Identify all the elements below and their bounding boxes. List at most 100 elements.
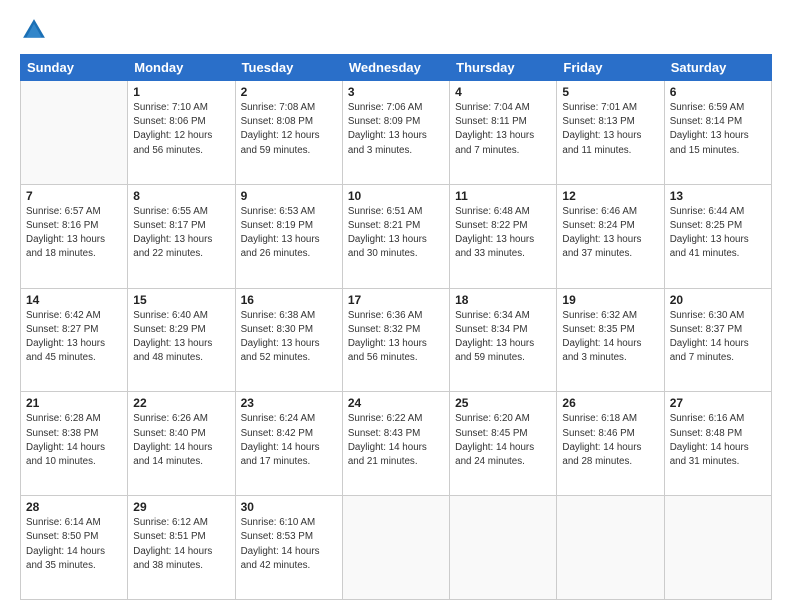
weekday-header-thursday: Thursday	[450, 55, 557, 81]
day-number: 14	[26, 293, 122, 307]
day-info: Sunrise: 6:24 AM Sunset: 8:42 PM Dayligh…	[241, 412, 337, 469]
day-info: Sunrise: 6:10 AM Sunset: 8:53 PM Dayligh…	[241, 516, 337, 573]
calendar-week-1: 7 Sunrise: 6:57 AM Sunset: 8:16 PM Daylig…	[21, 184, 772, 288]
logo-icon	[20, 16, 48, 44]
day-number: 4	[455, 85, 551, 99]
calendar-week-0: 1 Sunrise: 7:10 AM Sunset: 8:06 PM Daylig…	[21, 81, 772, 185]
calendar-cell: 7 Sunrise: 6:57 AM Sunset: 8:16 PM Daylig…	[21, 184, 128, 288]
day-info: Sunrise: 6:53 AM Sunset: 8:19 PM Dayligh…	[241, 205, 337, 262]
day-info: Sunrise: 6:28 AM Sunset: 8:38 PM Dayligh…	[26, 412, 122, 469]
day-number: 13	[670, 189, 766, 203]
calendar-cell: 29Sunrise: 6:12 AM Sunset: 8:51 PM Dayli…	[128, 496, 235, 600]
calendar-cell: 13 Sunrise: 6:44 AM Sunset: 8:25 PM Dayli…	[664, 184, 771, 288]
day-number: 5	[562, 85, 658, 99]
day-info: Sunrise: 6:40 AM Sunset: 8:29 PM Dayligh…	[133, 309, 229, 366]
day-info: Sunrise: 6:14 AM Sunset: 8:50 PM Dayligh…	[26, 516, 122, 573]
day-info: Sunrise: 6:30 AM Sunset: 8:37 PM Dayligh…	[670, 309, 766, 366]
day-info: Sunrise: 6:59 AM Sunset: 8:14 PM Dayligh…	[670, 101, 766, 158]
weekday-header-monday: Monday	[128, 55, 235, 81]
calendar-cell: 15 Sunrise: 6:40 AM Sunset: 8:29 PM Dayli…	[128, 288, 235, 392]
calendar-cell: 22 Sunrise: 6:26 AM Sunset: 8:40 PM Dayli…	[128, 392, 235, 496]
day-number: 16	[241, 293, 337, 307]
calendar-cell: 18 Sunrise: 6:34 AM Sunset: 8:34 PM Dayli…	[450, 288, 557, 392]
day-info: Sunrise: 7:10 AM Sunset: 8:06 PM Dayligh…	[133, 101, 229, 158]
day-number: 12	[562, 189, 658, 203]
calendar-body: 1 Sunrise: 7:10 AM Sunset: 8:06 PM Daylig…	[21, 81, 772, 600]
calendar-cell	[557, 496, 664, 600]
calendar-cell: 8 Sunrise: 6:55 AM Sunset: 8:17 PM Daylig…	[128, 184, 235, 288]
calendar-cell: 21 Sunrise: 6:28 AM Sunset: 8:38 PM Dayli…	[21, 392, 128, 496]
calendar-cell: 25 Sunrise: 6:20 AM Sunset: 8:45 PM Dayli…	[450, 392, 557, 496]
day-info: Sunrise: 6:18 AM Sunset: 8:46 PM Dayligh…	[562, 412, 658, 469]
weekday-header-wednesday: Wednesday	[342, 55, 449, 81]
day-number: 25	[455, 396, 551, 410]
day-number: 6	[670, 85, 766, 99]
calendar-cell: 24Sunrise: 6:22 AM Sunset: 8:43 PM Dayli…	[342, 392, 449, 496]
day-info: Sunrise: 6:44 AM Sunset: 8:25 PM Dayligh…	[670, 205, 766, 262]
day-info: Sunrise: 6:57 AM Sunset: 8:16 PM Dayligh…	[26, 205, 122, 262]
calendar-cell: 30 Sunrise: 6:10 AM Sunset: 8:53 PM Dayli…	[235, 496, 342, 600]
day-info: Sunrise: 6:34 AM Sunset: 8:34 PM Dayligh…	[455, 309, 551, 366]
weekday-header-row: SundayMondayTuesdayWednesdayThursdayFrid…	[21, 55, 772, 81]
day-number: 9	[241, 189, 337, 203]
day-number: 15	[133, 293, 229, 307]
day-number: 22	[133, 396, 229, 410]
day-number: 30	[241, 500, 337, 514]
calendar-week-3: 21 Sunrise: 6:28 AM Sunset: 8:38 PM Dayli…	[21, 392, 772, 496]
calendar-cell: 16 Sunrise: 6:38 AM Sunset: 8:30 PM Dayli…	[235, 288, 342, 392]
day-number: 18	[455, 293, 551, 307]
day-number: 29	[133, 500, 229, 514]
day-number: 2	[241, 85, 337, 99]
calendar-cell: 28 Sunrise: 6:14 AM Sunset: 8:50 PM Dayli…	[21, 496, 128, 600]
calendar-cell: 4 Sunrise: 7:04 AM Sunset: 8:11 PM Daylig…	[450, 81, 557, 185]
page: SundayMondayTuesdayWednesdayThursdayFrid…	[0, 0, 792, 612]
day-info: Sunrise: 6:36 AM Sunset: 8:32 PM Dayligh…	[348, 309, 444, 366]
calendar-cell: 11Sunrise: 6:48 AM Sunset: 8:22 PM Dayli…	[450, 184, 557, 288]
day-info: Sunrise: 6:55 AM Sunset: 8:17 PM Dayligh…	[133, 205, 229, 262]
calendar-cell: 19Sunrise: 6:32 AM Sunset: 8:35 PM Dayli…	[557, 288, 664, 392]
day-info: Sunrise: 7:04 AM Sunset: 8:11 PM Dayligh…	[455, 101, 551, 158]
calendar-cell: 14 Sunrise: 6:42 AM Sunset: 8:27 PM Dayli…	[21, 288, 128, 392]
calendar-cell: 1 Sunrise: 7:10 AM Sunset: 8:06 PM Daylig…	[128, 81, 235, 185]
calendar-cell: 6 Sunrise: 6:59 AM Sunset: 8:14 PM Daylig…	[664, 81, 771, 185]
day-number: 27	[670, 396, 766, 410]
day-info: Sunrise: 6:51 AM Sunset: 8:21 PM Dayligh…	[348, 205, 444, 262]
calendar-header: SundayMondayTuesdayWednesdayThursdayFrid…	[21, 55, 772, 81]
day-number: 8	[133, 189, 229, 203]
day-info: Sunrise: 6:38 AM Sunset: 8:30 PM Dayligh…	[241, 309, 337, 366]
day-number: 21	[26, 396, 122, 410]
header	[20, 16, 772, 44]
day-number: 26	[562, 396, 658, 410]
day-info: Sunrise: 6:42 AM Sunset: 8:27 PM Dayligh…	[26, 309, 122, 366]
day-number: 1	[133, 85, 229, 99]
day-number: 24	[348, 396, 444, 410]
calendar-cell: 23 Sunrise: 6:24 AM Sunset: 8:42 PM Dayli…	[235, 392, 342, 496]
calendar-cell: 26 Sunrise: 6:18 AM Sunset: 8:46 PM Dayli…	[557, 392, 664, 496]
calendar-cell	[342, 496, 449, 600]
day-info: Sunrise: 6:20 AM Sunset: 8:45 PM Dayligh…	[455, 412, 551, 469]
day-info: Sunrise: 7:01 AM Sunset: 8:13 PM Dayligh…	[562, 101, 658, 158]
day-info: Sunrise: 6:46 AM Sunset: 8:24 PM Dayligh…	[562, 205, 658, 262]
day-number: 20	[670, 293, 766, 307]
day-info: Sunrise: 6:16 AM Sunset: 8:48 PM Dayligh…	[670, 412, 766, 469]
calendar-week-2: 14 Sunrise: 6:42 AM Sunset: 8:27 PM Dayli…	[21, 288, 772, 392]
weekday-header-saturday: Saturday	[664, 55, 771, 81]
calendar-cell: 20 Sunrise: 6:30 AM Sunset: 8:37 PM Dayli…	[664, 288, 771, 392]
calendar-cell: 17Sunrise: 6:36 AM Sunset: 8:32 PM Dayli…	[342, 288, 449, 392]
day-number: 23	[241, 396, 337, 410]
calendar-cell: 3Sunrise: 7:06 AM Sunset: 8:09 PM Daylig…	[342, 81, 449, 185]
weekday-header-sunday: Sunday	[21, 55, 128, 81]
calendar-cell	[450, 496, 557, 600]
calendar-week-4: 28 Sunrise: 6:14 AM Sunset: 8:50 PM Dayli…	[21, 496, 772, 600]
calendar-table: SundayMondayTuesdayWednesdayThursdayFrid…	[20, 54, 772, 600]
calendar-cell: 27 Sunrise: 6:16 AM Sunset: 8:48 PM Dayli…	[664, 392, 771, 496]
day-number: 28	[26, 500, 122, 514]
logo	[20, 16, 52, 44]
day-number: 7	[26, 189, 122, 203]
weekday-header-friday: Friday	[557, 55, 664, 81]
day-info: Sunrise: 6:26 AM Sunset: 8:40 PM Dayligh…	[133, 412, 229, 469]
calendar-cell: 9 Sunrise: 6:53 AM Sunset: 8:19 PM Daylig…	[235, 184, 342, 288]
day-number: 19	[562, 293, 658, 307]
day-number: 10	[348, 189, 444, 203]
day-info: Sunrise: 7:06 AM Sunset: 8:09 PM Dayligh…	[348, 101, 444, 158]
